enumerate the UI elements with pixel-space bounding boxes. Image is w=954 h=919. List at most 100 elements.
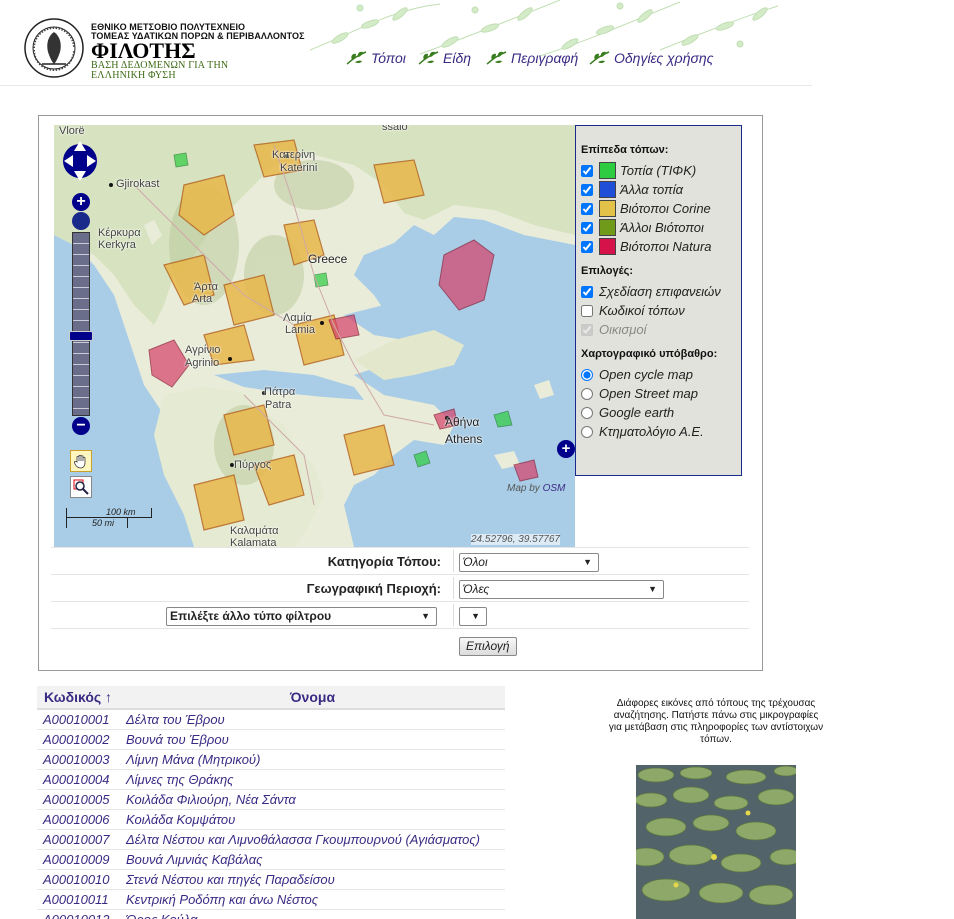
site-code-link[interactable]: A00010010 (43, 872, 110, 887)
pan-hand-tool[interactable] (70, 450, 92, 472)
site-code-link[interactable]: A00010012 (43, 912, 110, 919)
sites-layers-title: Επίπεδα τόπων: (581, 144, 669, 156)
site-layer-row[interactable]: Βιότοποι Natura (581, 237, 736, 256)
table-row[interactable]: A00010012 Όρος Κούλα... (37, 910, 505, 919)
filter-value-select[interactable]: ▼ (459, 607, 487, 626)
scale-mi-label: 50 mi (92, 518, 115, 528)
site-code-link[interactable]: A00010007 (43, 832, 110, 847)
filter-row-other: Επιλέξτε άλλο τύπο φίλτρου ▼ ▼ (51, 601, 749, 628)
mouse-coordinates: 24.52796, 39.57767 (471, 534, 560, 545)
site-name-link[interactable]: Λίμνη Μάνα (Μητρικού) (126, 752, 260, 767)
nav-sites-label: Τόποι (371, 50, 406, 66)
option-checkbox[interactable] (581, 285, 593, 298)
basemap-label: Open Street map (599, 386, 698, 401)
option-checkbox (581, 323, 593, 336)
site-name-link[interactable]: Κεντρική Ροδόπη και άνω Νέστος (126, 892, 318, 907)
filter-type-select-value: Επιλέξτε άλλο τύπο φίλτρου (170, 609, 332, 623)
site-name-link[interactable]: Κοιλάδα Κομψάτου (126, 812, 235, 827)
site-code-link[interactable]: A00010003 (43, 752, 110, 767)
attribution-link[interactable]: OSM (543, 483, 566, 494)
option-label: Σχεδίαση επιφανειών (599, 284, 721, 299)
table-row[interactable]: A00010009 Βουνά Λιμνιάς Καβάλας (37, 850, 505, 870)
zoom-box-tool[interactable] (70, 476, 92, 498)
table-row[interactable]: A00010003 Λίμνη Μάνα (Μητρικού) (37, 750, 505, 770)
zoom-slider-handle[interactable] (69, 331, 93, 341)
site-name-link[interactable]: Όρος Κούλα... (126, 912, 208, 919)
site-code-link[interactable]: A00010004 (43, 772, 110, 787)
hand-icon (74, 454, 86, 469)
site-code-link[interactable]: A00010011 (43, 892, 109, 907)
basemap-row[interactable]: Κτηματολόγιο Α.Ε. (581, 422, 736, 441)
column-header-code[interactable]: Κωδικός ↑ (44, 689, 112, 705)
option-label: Οικισμοί (599, 322, 647, 337)
table-row[interactable]: A00010005 Κοιλάδα Φιλιούρη, Νέα Σάντα (37, 790, 505, 810)
basemap-radio[interactable] (581, 406, 593, 419)
basemap-radio[interactable] (581, 425, 593, 438)
table-row[interactable]: A00010010 Στενά Νέστου και πηγές Παραδείσ… (37, 870, 505, 890)
site-layer-row[interactable]: Άλλοι Βιότοποι (581, 218, 736, 237)
table-row[interactable]: A00010001 Δέλτα του Έβρου (37, 710, 505, 730)
basemap-row[interactable]: Open Street map (581, 384, 736, 403)
site-thumbnail-image[interactable] (636, 765, 796, 919)
site-code-link[interactable]: A00010006 (43, 812, 110, 827)
option-row[interactable]: Κωδικοί τόπων (581, 301, 736, 320)
nav-description-label: Περιγραφή (511, 50, 579, 66)
site-name-link[interactable]: Δέλτα Νέστου και Λιμνοθάλασσα Γκουμπουρν… (126, 832, 480, 847)
site-code-link[interactable]: A00010009 (43, 852, 110, 867)
site-name-link[interactable]: Στενά Νέστου και πηγές Παραδείσου (126, 872, 335, 887)
table-row[interactable]: A00010006 Κοιλάδα Κομψάτου (37, 810, 505, 830)
university-seal-logo (24, 18, 84, 78)
site-code-link[interactable]: A00010001 (43, 712, 110, 727)
site-name-link[interactable]: Κοιλάδα Φιλιούρη, Νέα Σάντα (126, 792, 296, 807)
site-name-link[interactable]: Βουνά Λιμνιάς Καβάλας (126, 852, 262, 867)
basemap-radio[interactable] (581, 368, 593, 381)
interactive-map[interactable]: Vlorë Gjirokast Κέρκυρα Kerkyra Άρτα Art… (54, 125, 575, 547)
site-layer-row[interactable]: Βιότοποι Corine (581, 199, 736, 218)
site-layer-row[interactable]: Τοπία (ΤΙΦΚ) (581, 161, 736, 180)
map-label-katerini-latin: Katerini (280, 162, 318, 174)
site-layer-checkbox[interactable] (581, 221, 593, 234)
leaf-icon (486, 51, 507, 65)
table-row[interactable]: A00010002 Βουνά του Έβρου (37, 730, 505, 750)
site-name-link[interactable]: Βουνά του Έβρου (126, 732, 229, 747)
basemap-radio[interactable] (581, 387, 593, 400)
filter-row-category: Κατηγορία Τόπου: Όλοι ▼ (51, 547, 749, 574)
site-layer-checkbox[interactable] (581, 202, 593, 215)
region-select[interactable]: Όλες ▼ (459, 580, 664, 599)
site-layer-checkbox[interactable] (581, 183, 593, 196)
option-row[interactable]: Σχεδίαση επιφανειών (581, 282, 736, 301)
nav-species[interactable]: Είδη (418, 50, 471, 66)
site-code-link[interactable]: A00010002 (43, 732, 110, 747)
site-layer-checkbox[interactable] (581, 240, 593, 253)
zoom-out-button[interactable]: − (72, 417, 90, 435)
site-layer-row[interactable]: Άλλα τοπία (581, 180, 736, 199)
map-label-arta: Άρτα (194, 281, 218, 293)
zoom-world-icon[interactable] (72, 212, 90, 230)
column-header-name[interactable]: Όνομα (290, 689, 335, 705)
site-name-link[interactable]: Λίμνες της Θράκης (126, 772, 234, 787)
zoom-in-button[interactable]: + (72, 193, 90, 211)
category-select[interactable]: Όλοι ▼ (459, 553, 599, 572)
table-row[interactable]: A00010011 Κεντρική Ροδόπη και άνω Νέστος (37, 890, 505, 910)
layer-switcher-toggle[interactable]: + (557, 440, 575, 458)
option-checkbox[interactable] (581, 304, 593, 317)
site-code-link[interactable]: A00010005 (43, 792, 110, 807)
nav-description[interactable]: Περιγραφή (486, 50, 578, 66)
leaf-icon (589, 51, 610, 65)
options-list: Σχεδίαση επιφανειών Κωδικοί τόπων Οικισμοί (581, 282, 736, 339)
site-name-link[interactable]: Δέλτα του Έβρου (126, 712, 225, 727)
basemap-row[interactable]: Google earth (581, 403, 736, 422)
scale-km-label: 100 km (106, 507, 136, 517)
filter-type-select[interactable]: Επιλέξτε άλλο τύπο φίλτρου ▼ (166, 607, 437, 626)
pan-control[interactable] (61, 135, 99, 187)
zoom-bar[interactable] (72, 232, 90, 416)
basemap-row[interactable]: Open cycle map (581, 365, 736, 384)
table-row[interactable]: A00010004 Λίμνες της Θράκης (37, 770, 505, 790)
apply-filter-button[interactable]: Επιλογή (459, 637, 517, 656)
table-row[interactable]: A00010007 Δέλτα Νέστου και Λιμνοθάλασσα Γ… (37, 830, 505, 850)
nav-sites[interactable]: Τόποι (346, 50, 406, 66)
nav-instructions[interactable]: Οδηγίες χρήσης (589, 50, 713, 66)
dropdown-arrow-icon: ▼ (471, 611, 480, 621)
layer-color-swatch (599, 162, 616, 179)
site-layer-checkbox[interactable] (581, 164, 593, 177)
